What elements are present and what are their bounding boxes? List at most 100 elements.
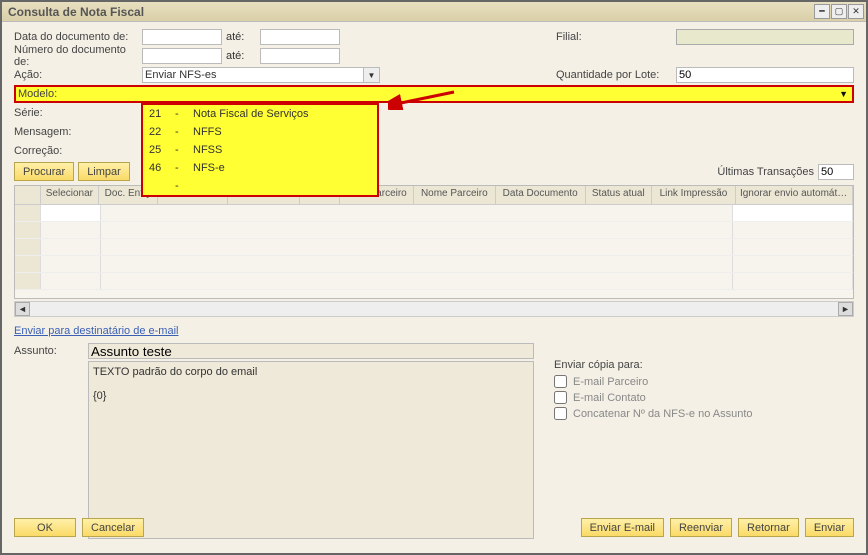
results-grid: Selecionar Doc. Entry Número RPS Número … xyxy=(14,185,854,299)
action-buttons: Procurar Limpar Últimas Transações xyxy=(14,162,854,181)
input-data-doc-ate[interactable] xyxy=(260,29,340,45)
label-correcao: Correção: xyxy=(14,145,142,157)
table-row[interactable] xyxy=(15,239,853,256)
label-acao: Ação: xyxy=(14,69,142,81)
email-section-link[interactable]: Enviar para destinatário de e-mail xyxy=(14,325,178,337)
ok-button[interactable]: OK xyxy=(14,518,76,537)
procurar-button[interactable]: Procurar xyxy=(14,162,74,181)
cancelar-button[interactable]: Cancelar xyxy=(82,518,144,537)
option-dash: - xyxy=(175,108,193,120)
modelo-option[interactable]: 22 - NFFS xyxy=(143,123,377,141)
option-code: 22 xyxy=(149,126,175,138)
scroll-right-icon[interactable]: ► xyxy=(838,302,853,316)
label-copia: Enviar cópia para: xyxy=(554,359,854,371)
grid-scrollbar[interactable]: ◄ ► xyxy=(14,301,854,317)
email-area: Assunto: TEXTO padrão do corpo do email … xyxy=(14,343,854,539)
enviar-button[interactable]: Enviar xyxy=(805,518,854,537)
retornar-button[interactable]: Retornar xyxy=(738,518,799,537)
row-acao: Ação: Enviar NFS-es ▼ Quantidade por Lot… xyxy=(14,66,854,84)
col-selecionar[interactable]: Selecionar xyxy=(41,186,100,204)
footer: OK Cancelar Enviar E-mail Reenviar Retor… xyxy=(14,518,854,537)
option-name: NFFS xyxy=(193,126,222,138)
option-code: 25 xyxy=(149,144,175,156)
checkbox-parceiro[interactable] xyxy=(554,375,567,388)
col-link-impressao[interactable]: Link Impressão xyxy=(652,186,736,204)
option-dash: - xyxy=(175,162,193,174)
input-data-doc-de[interactable] xyxy=(142,29,222,45)
email-body-line1: TEXTO padrão do corpo do email xyxy=(93,366,529,378)
window: Consulta de Nota Fiscal ━ ▢ ✕ Data do do… xyxy=(0,0,868,555)
enviar-email-button[interactable]: Enviar E-mail xyxy=(581,518,664,537)
option-name: NFS-e xyxy=(193,162,225,174)
window-title: Consulta de Nota Fiscal xyxy=(4,5,144,19)
close-button[interactable]: ✕ xyxy=(848,4,864,19)
callout-arrow xyxy=(388,86,458,110)
option-name: NFSS xyxy=(193,144,222,156)
modelo-option[interactable]: - xyxy=(143,177,377,195)
col-ignorar-envio[interactable]: Ignorar envio automático? xyxy=(736,186,853,204)
row-correcao: Correção: xyxy=(14,142,854,160)
modelo-dropdown: 21 - Nota Fiscal de Serviços 22 - NFFS 2… xyxy=(141,103,379,197)
option-dash: - xyxy=(175,180,193,192)
col-status[interactable]: Status atual xyxy=(586,186,652,204)
email-body-line2: {0} xyxy=(93,390,529,402)
row-mensagem: Mensagem: xyxy=(14,123,854,141)
email-body[interactable]: TEXTO padrão do corpo do email {0} xyxy=(88,361,534,539)
scroll-left-icon[interactable]: ◄ xyxy=(15,302,30,316)
option-dash: - xyxy=(175,144,193,156)
modelo-option[interactable]: 46 - NFS-e xyxy=(143,159,377,177)
input-num-doc-de[interactable] xyxy=(142,48,222,64)
check-label: E-mail Parceiro xyxy=(573,376,648,388)
table-row[interactable] xyxy=(15,222,853,239)
chevron-down-icon: ▼ xyxy=(839,89,848,99)
label-modelo: Modelo: xyxy=(18,88,142,100)
check-label: E-mail Contato xyxy=(573,392,646,404)
input-filial[interactable] xyxy=(676,29,854,45)
col-nome-parceiro[interactable]: Nome Parceiro xyxy=(414,186,496,204)
select-acao-value: Enviar NFS-es xyxy=(145,69,217,81)
option-name: Nota Fiscal de Serviços xyxy=(193,108,309,120)
input-ultimas[interactable] xyxy=(818,164,854,180)
label-qlote: Quantidade por Lote: xyxy=(556,69,676,81)
email-left: Assunto: TEXTO padrão do corpo do email … xyxy=(14,343,534,539)
modelo-option[interactable]: 25 - NFSS xyxy=(143,141,377,159)
table-row[interactable] xyxy=(15,273,853,290)
check-label: Concatenar Nº da NFS-e no Assunto xyxy=(573,408,753,420)
label-data-doc-ate: até: xyxy=(226,31,256,43)
table-row[interactable] xyxy=(15,256,853,273)
col-data-documento[interactable]: Data Documento xyxy=(496,186,586,204)
check-email-parceiro[interactable]: E-mail Parceiro xyxy=(554,375,854,388)
col-corner xyxy=(15,186,41,204)
label-num-doc-ate: até: xyxy=(226,50,256,62)
window-controls: ━ ▢ ✕ xyxy=(813,4,864,19)
option-code: 46 xyxy=(149,162,175,174)
checkbox-contato[interactable] xyxy=(554,391,567,404)
minimize-button[interactable]: ━ xyxy=(814,4,830,19)
check-email-contato[interactable]: E-mail Contato xyxy=(554,391,854,404)
titlebar: Consulta de Nota Fiscal ━ ▢ ✕ xyxy=(2,2,866,22)
label-filial: Filial: xyxy=(556,31,676,43)
label-serie: Série: xyxy=(14,107,142,119)
select-modelo[interactable]: ▼ xyxy=(142,87,850,101)
input-qlote[interactable] xyxy=(676,67,854,83)
option-code: 21 xyxy=(149,108,175,120)
label-assunto: Assunto: xyxy=(14,345,84,357)
maximize-button[interactable]: ▢ xyxy=(831,4,847,19)
label-ultimas: Últimas Transações xyxy=(717,166,814,178)
check-concat[interactable]: Concatenar Nº da NFS-e no Assunto xyxy=(554,407,854,420)
row-assunto: Assunto: xyxy=(14,343,534,359)
modelo-option[interactable]: 21 - Nota Fiscal de Serviços xyxy=(143,105,377,123)
reenviar-button[interactable]: Reenviar xyxy=(670,518,732,537)
grid-body xyxy=(15,205,853,290)
chevron-down-icon: ▼ xyxy=(363,68,379,82)
table-row[interactable] xyxy=(15,205,853,222)
limpar-button[interactable]: Limpar xyxy=(78,162,130,181)
select-acao[interactable]: Enviar NFS-es ▼ xyxy=(142,67,380,83)
input-num-doc-ate[interactable] xyxy=(260,48,340,64)
email-right: Enviar cópia para: E-mail Parceiro E-mai… xyxy=(554,343,854,539)
row-numero-documento: Número do documento de: até: xyxy=(14,47,854,65)
checkbox-concat[interactable] xyxy=(554,407,567,420)
label-num-doc-de: Número do documento de: xyxy=(14,44,142,68)
label-mensagem: Mensagem: xyxy=(14,126,142,138)
input-assunto[interactable] xyxy=(88,343,534,359)
